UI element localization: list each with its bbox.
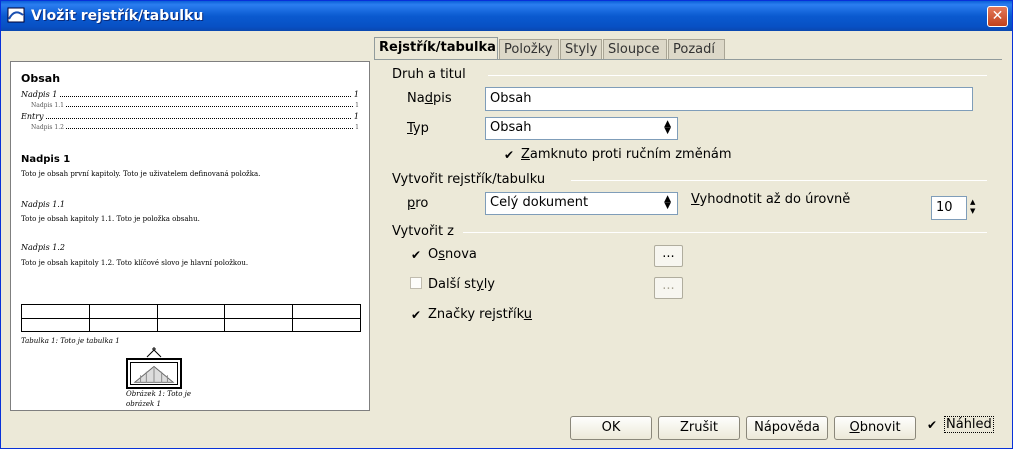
preview-label: Náhled [944,416,994,433]
title-label: Nadpis [407,91,452,106]
checkbox-empty-icon [410,277,422,289]
section-type-title: Druh a titul [392,67,466,82]
checkmark-icon: ✔ [410,308,422,322]
preview-toc-entry: Nadpis 1.2 1 [31,124,359,131]
styles-browse-button[interactable]: ... [654,277,683,299]
evaluate-level-label: Vyhodnotit až do úrovně [691,192,851,207]
preview-heading-1-2: Nadpis 1.2 [21,243,65,252]
preview-heading-1: Nadpis 1 [21,154,71,165]
preview-toc-entry: Entry 1 [21,112,359,121]
preview-toc-title: Obsah [21,72,61,85]
type-select[interactable]: Obsah ▲ ▼ [485,117,678,140]
preview-toc-entry: Nadpis 1.1 1 [31,102,359,109]
preview-text-1-2: Toto je obsah kapitoly 1.2. Toto klíčové… [21,259,249,267]
section-divider [463,232,987,233]
checkmark-icon: ✔ [410,248,422,262]
protect-checkbox[interactable]: ✔ Zamknuto proti ručním změnám [503,147,732,162]
reset-button[interactable]: Obnovit [834,416,916,440]
title-bar[interactable]: Vložit rejstřík/tabulku ✕ [1,1,1012,31]
index-marks-label: Značky rejstříku [428,307,533,322]
type-select-value: Obsah [490,120,532,135]
preview-pane: Obsah Nadpis 11 Nadpis 1.1 1 Entry 1 Nadpi… [10,61,370,411]
spin-arrows-icon[interactable]: ▲ ▼ [970,198,975,216]
scope-select-value: Celý dokument [490,195,589,210]
title-input[interactable]: Obsah [485,87,973,111]
close-icon: ✕ [991,8,1004,24]
section-create-index: Vytvořit rejstřík/tabulku [392,172,546,187]
updown-arrow-icon: ▲ ▼ [664,194,671,211]
preview-heading-1-1: Nadpis 1.1 [21,200,65,209]
preview-table [21,304,361,332]
help-button[interactable]: Nápověda [746,416,828,440]
preview-table-caption: Tabulka 1: Toto je tabulka 1 [21,337,120,345]
preview-text-1: Toto je obsah první kapitoly. Toto je už… [21,170,261,178]
preview-checkbox[interactable]: ✔ Náhled [926,416,994,433]
preview-text-1-1: Toto je obsah kapitoly 1.1. Toto je polo… [21,215,200,223]
dialog-window: Vložit rejstřík/tabulku ✕ Obsah Nadpis 1… [0,0,1013,449]
preview-toc-entry: Nadpis 11 [21,90,359,99]
section-divider [571,180,987,181]
type-label: Typ [407,121,429,136]
preview-image-icon [130,362,178,385]
tab-index-table[interactable]: Rejstřík/tabulka [374,37,498,60]
tab-panel-border [374,59,1002,60]
updown-arrow-icon: ▲ ▼ [664,119,671,136]
additional-styles-checkbox[interactable]: Další styly [410,277,495,292]
tab-background[interactable]: Pozadí [668,39,725,59]
checkmark-icon: ✔ [926,418,938,432]
app-icon [7,7,25,23]
tab-columns[interactable]: Sloupce [603,39,667,59]
tab-entries[interactable]: Položky [499,39,559,59]
outline-browse-button[interactable]: ... [654,245,683,267]
outline-label: Osnova [428,247,477,262]
section-divider [488,75,987,76]
index-marks-checkbox[interactable]: ✔ Značky rejstříku [410,307,532,322]
tab-styles[interactable]: Styly [560,39,602,59]
section-create-from: Vytvořit z [392,224,454,239]
preview-figure-caption: Obrázek 1: Toto je obrázek 1 [126,390,191,408]
outline-checkbox[interactable]: ✔ Osnova [410,247,477,262]
scope-select[interactable]: Celý dokument ▲ ▼ [485,192,678,215]
for-label: pro [407,196,429,211]
close-button[interactable]: ✕ [987,6,1008,27]
cancel-button[interactable]: Zrušit [658,416,740,440]
window-title: Vložit rejstřík/tabulku [31,8,204,24]
additional-styles-label: Další styly [428,277,495,292]
level-spinbox[interactable]: 10 [931,196,967,220]
ok-button[interactable]: OK [570,416,652,440]
preview-image-frame [126,358,182,389]
protect-label: Zamknuto proti ručním změnám [521,147,732,162]
checkmark-icon: ✔ [503,148,515,162]
